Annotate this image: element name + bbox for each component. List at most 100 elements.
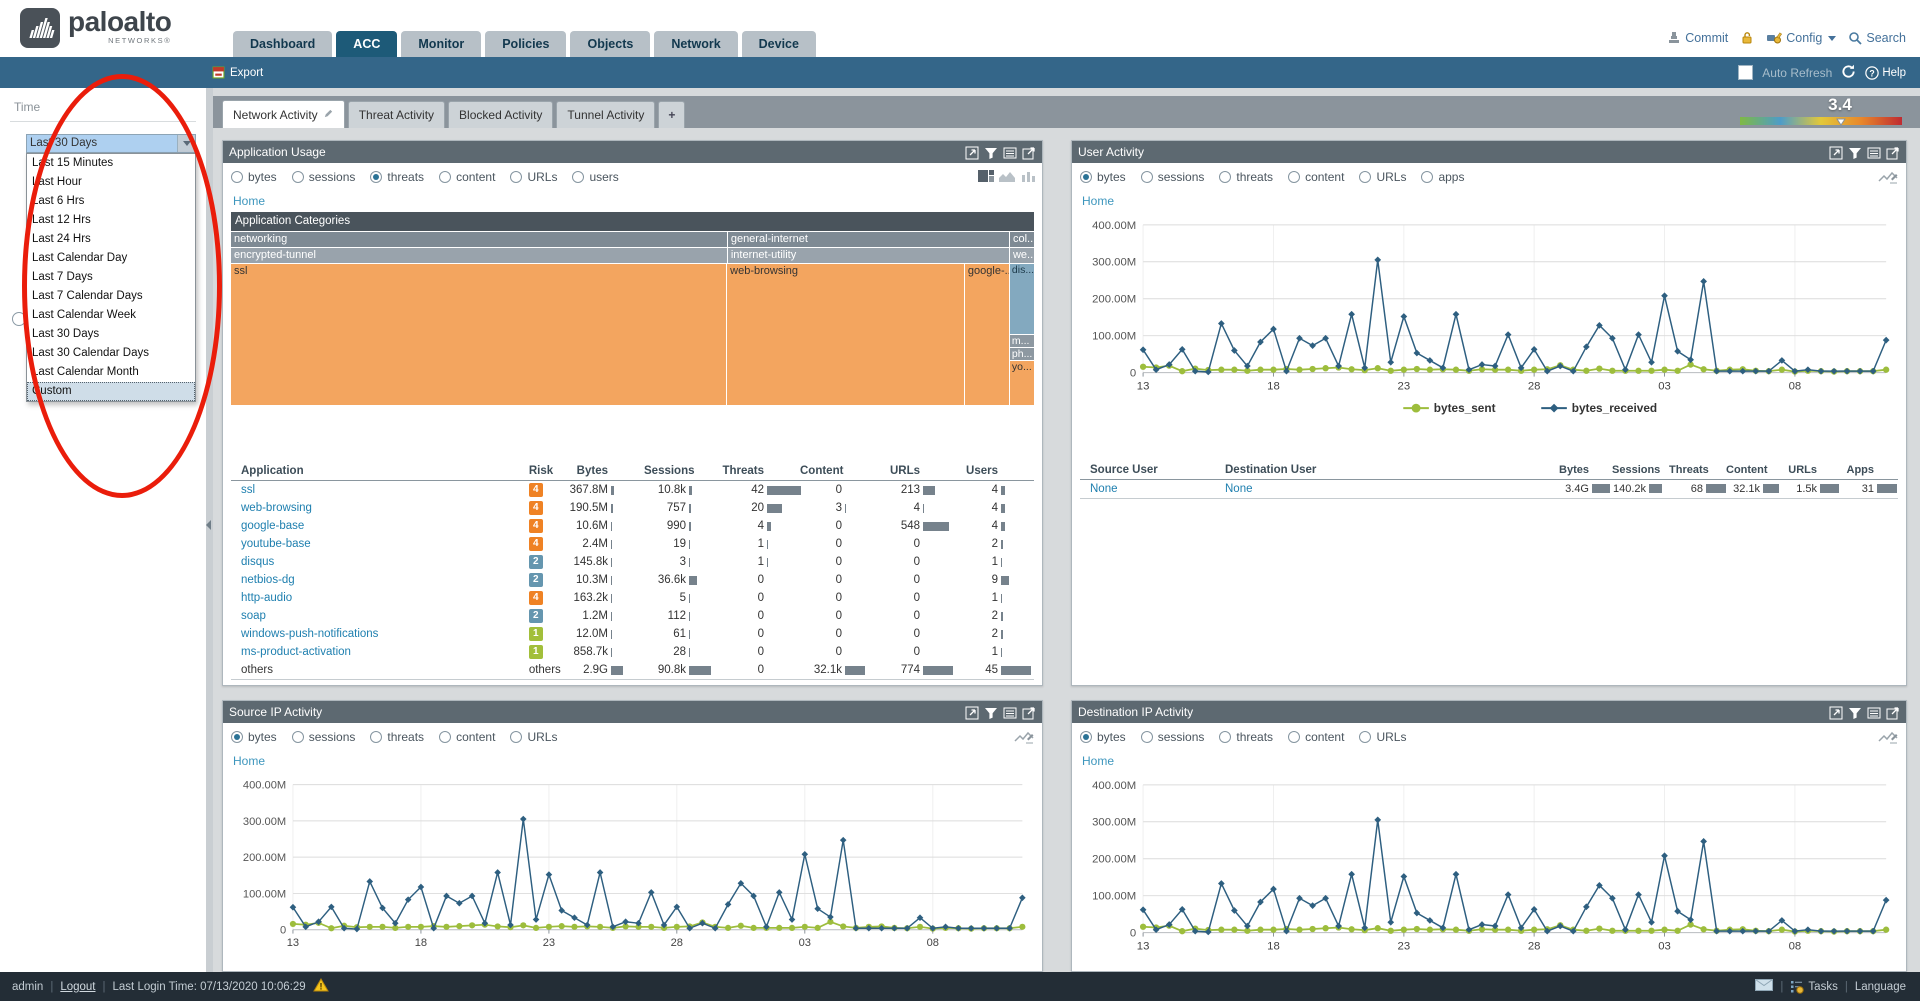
home-link[interactable]: Home <box>223 750 1042 770</box>
radio-circle[interactable] <box>1359 731 1371 743</box>
dropdown-item-last-calendar-day[interactable]: Last Calendar Day <box>27 249 195 268</box>
radio-circle[interactable] <box>572 171 584 183</box>
tab-threat-activity[interactable]: Threat Activity <box>348 101 445 128</box>
line-chart-edit-icon[interactable] <box>1878 730 1898 744</box>
radio-threats[interactable]: threats <box>370 170 424 184</box>
list-icon[interactable] <box>1867 145 1881 159</box>
radio-circle[interactable] <box>1219 171 1231 183</box>
radio-threats[interactable]: threats <box>1219 730 1273 744</box>
dropdown-item-custom[interactable]: Custom <box>27 382 195 401</box>
commit-button[interactable]: Commit <box>1667 31 1728 45</box>
treemap-view-icon[interactable] <box>978 170 992 184</box>
radio-urls[interactable]: URLs <box>1359 730 1406 744</box>
radio-circle[interactable] <box>510 171 522 183</box>
mail-icon[interactable] <box>1755 979 1773 994</box>
tasks-button[interactable]: Tasks <box>1790 980 1837 994</box>
filter-icon[interactable] <box>1848 705 1862 719</box>
time-dropdown[interactable]: Last 30 Days <box>26 134 196 153</box>
treemap-subcategory-internet-utility[interactable]: internet-utility <box>728 248 1009 263</box>
maximize-icon[interactable] <box>965 705 979 719</box>
application-link-google-base[interactable]: google-base <box>241 520 304 532</box>
treemap-subcategory-encrypted-tunnel[interactable]: encrypted-tunnel <box>231 248 727 263</box>
list-icon[interactable] <box>1003 145 1017 159</box>
column-view-icon[interactable] <box>1020 170 1034 184</box>
hidden-radio[interactable] <box>12 312 26 326</box>
radio-users[interactable]: users <box>572 170 618 184</box>
dropdown-item-last-7-days[interactable]: Last 7 Days <box>27 268 195 287</box>
maximize-icon[interactable] <box>1829 705 1843 719</box>
radio-urls[interactable]: URLs <box>510 170 557 184</box>
dropdown-item-last-24-hrs[interactable]: Last 24 Hrs <box>27 230 195 249</box>
radio-circle[interactable] <box>231 171 243 183</box>
warning-icon[interactable]: ! <box>313 978 329 995</box>
application-link-youtube-base[interactable]: youtube-base <box>241 538 311 550</box>
radio-circle[interactable] <box>1141 171 1153 183</box>
export-icon[interactable] <box>1886 145 1900 159</box>
sidebar-divider[interactable] <box>206 88 213 972</box>
radio-content[interactable]: content <box>1288 730 1344 744</box>
dropdown-item-last-6-hrs[interactable]: Last 6 Hrs <box>27 192 195 211</box>
radio-circle[interactable] <box>1080 731 1092 743</box>
radio-circle[interactable] <box>231 731 243 743</box>
nav-tab-network[interactable]: Network <box>654 31 737 57</box>
radio-threats[interactable]: threats <box>370 730 424 744</box>
application-link-http-audio[interactable]: http-audio <box>241 592 292 604</box>
dropdown-item-last-30-days[interactable]: Last 30 Days <box>27 325 195 344</box>
nav-tab-device[interactable]: Device <box>742 31 816 57</box>
language-button[interactable]: Language <box>1855 981 1906 993</box>
dropdown-item-last-hour[interactable]: Last Hour <box>27 173 195 192</box>
export-icon[interactable] <box>1022 145 1036 159</box>
radio-circle[interactable] <box>439 171 451 183</box>
radio-sessions[interactable]: sessions <box>1141 730 1205 744</box>
radio-threats[interactable]: threats <box>1219 170 1273 184</box>
dropdown-item-last-calendar-month[interactable]: Last Calendar Month <box>27 363 195 382</box>
dropdown-item-last-30-calendar-days[interactable]: Last 30 Calendar Days <box>27 344 195 363</box>
radio-circle[interactable] <box>1080 171 1092 183</box>
nav-tab-dashboard[interactable]: Dashboard <box>233 31 332 57</box>
treemap-category-col-[interactable]: col... <box>1010 232 1034 247</box>
home-link[interactable]: Home <box>223 190 1042 210</box>
config-button[interactable]: Config <box>1766 31 1836 45</box>
radio-content[interactable]: content <box>439 170 495 184</box>
nav-tab-acc[interactable]: ACC <box>336 31 397 57</box>
add-tab-button[interactable]: + <box>658 101 685 128</box>
radio-content[interactable]: content <box>1288 170 1344 184</box>
nav-tab-monitor[interactable]: Monitor <box>401 31 481 57</box>
treemap-category-networking[interactable]: networking <box>231 232 727 247</box>
radio-circle[interactable] <box>1421 171 1433 183</box>
nav-tab-policies[interactable]: Policies <box>485 31 566 57</box>
radio-circle[interactable] <box>1219 731 1231 743</box>
destination-user-link[interactable]: None <box>1225 483 1253 495</box>
logout-link[interactable]: Logout <box>60 981 95 993</box>
dropdown-arrow-button[interactable] <box>177 135 195 152</box>
refresh-icon[interactable] <box>1841 64 1856 82</box>
filter-icon[interactable] <box>1848 145 1862 159</box>
application-link-ms-product-activation[interactable]: ms-product-activation <box>241 646 351 658</box>
radio-circle[interactable] <box>370 731 382 743</box>
auto-refresh-checkbox[interactable] <box>1738 65 1753 80</box>
application-link-soap[interactable]: soap <box>241 610 266 622</box>
radio-sessions[interactable]: sessions <box>292 170 356 184</box>
tab-network-activity[interactable]: Network Activity <box>222 100 345 128</box>
radio-bytes[interactable]: bytes <box>231 730 277 744</box>
treemap-subcategory-we-[interactable]: we... <box>1010 248 1034 263</box>
export-icon[interactable] <box>1022 705 1036 719</box>
radio-circle[interactable] <box>1288 171 1300 183</box>
line-chart-edit-icon[interactable] <box>1878 170 1898 184</box>
radio-sessions[interactable]: sessions <box>292 730 356 744</box>
nav-tab-objects[interactable]: Objects <box>570 31 650 57</box>
radio-circle[interactable] <box>1288 731 1300 743</box>
radio-circle[interactable] <box>370 171 382 183</box>
dropdown-item-last-12-hrs[interactable]: Last 12 Hrs <box>27 211 195 230</box>
treemap-app-m-[interactable]: m... <box>1010 335 1034 347</box>
radio-sessions[interactable]: sessions <box>1141 170 1205 184</box>
export-icon[interactable] <box>1886 705 1900 719</box>
maximize-icon[interactable] <box>965 145 979 159</box>
dropdown-item-last-15-minutes[interactable]: Last 15 Minutes <box>27 154 195 173</box>
treemap-app-google-[interactable]: google-... <box>965 264 1009 405</box>
application-link-disqus[interactable]: disqus <box>241 556 274 568</box>
dropdown-item-last-7-calendar-days[interactable]: Last 7 Calendar Days <box>27 287 195 306</box>
radio-bytes[interactable]: bytes <box>231 170 277 184</box>
radio-circle[interactable] <box>1141 731 1153 743</box>
treemap-app-yo-[interactable]: yo... <box>1010 361 1034 405</box>
